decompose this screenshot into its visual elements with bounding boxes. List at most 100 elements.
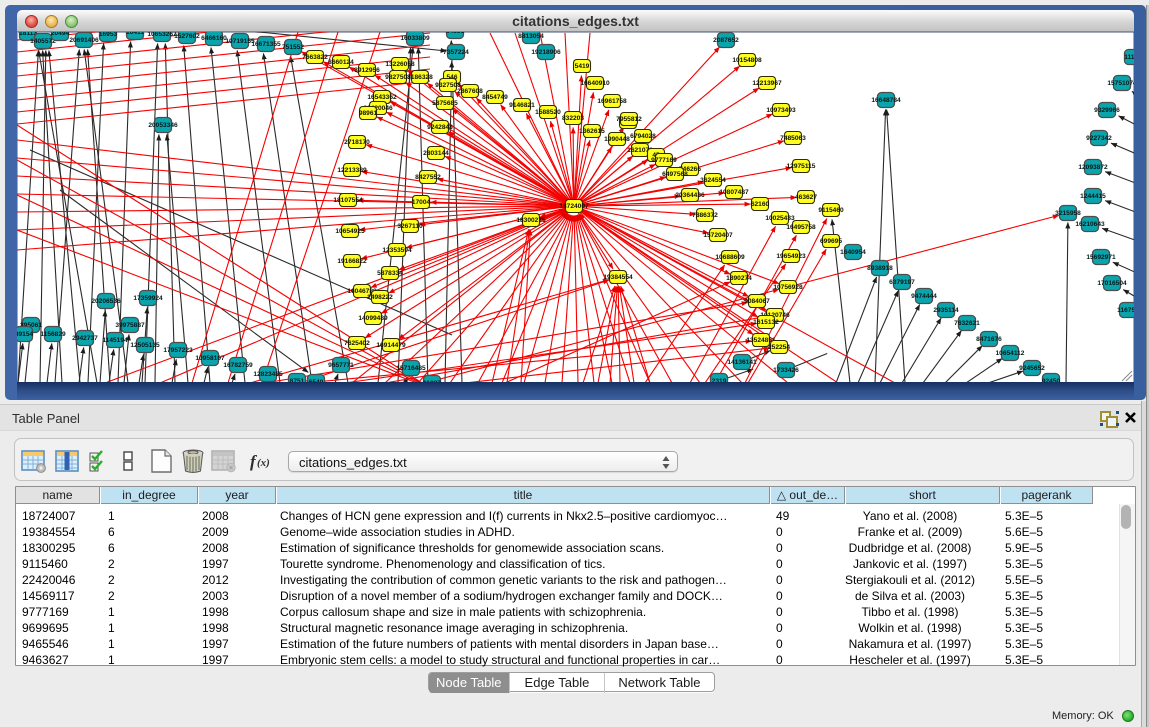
svg-text:5419: 5419 bbox=[575, 63, 590, 70]
svg-text:12505135: 12505135 bbox=[130, 342, 160, 349]
svg-text:9084067: 9084067 bbox=[744, 298, 770, 305]
svg-text:39975887: 39975887 bbox=[115, 322, 145, 329]
svg-text:15716485: 15716485 bbox=[396, 365, 426, 372]
svg-text:2803144: 2803144 bbox=[423, 150, 449, 157]
svg-text:1527602: 1527602 bbox=[174, 33, 200, 40]
svg-text:15720407: 15720407 bbox=[703, 232, 733, 239]
svg-text:252254: 252254 bbox=[768, 344, 790, 351]
svg-text:1156829: 1156829 bbox=[40, 331, 66, 338]
svg-text:8454749: 8454749 bbox=[482, 94, 508, 101]
svg-text:9474444: 9474444 bbox=[911, 293, 937, 300]
svg-text:84131: 84131 bbox=[446, 32, 465, 35]
svg-text:699695: 699695 bbox=[820, 238, 842, 245]
svg-text:14136141: 14136141 bbox=[727, 359, 757, 366]
svg-text:18724007: 18724007 bbox=[559, 203, 589, 210]
svg-text:9146821: 9146821 bbox=[509, 102, 535, 109]
svg-text:10958107: 10958107 bbox=[195, 355, 225, 362]
svg-text:7357224: 7357224 bbox=[443, 49, 469, 56]
svg-text:10154808: 10154808 bbox=[732, 57, 762, 64]
svg-text:19218906: 19218906 bbox=[531, 49, 561, 56]
svg-text:12975115: 12975115 bbox=[787, 163, 816, 170]
svg-text:1362615: 1362615 bbox=[579, 128, 605, 135]
svg-text:7955812: 7955812 bbox=[616, 116, 642, 123]
svg-text:16543362: 16543362 bbox=[367, 94, 397, 101]
svg-text:10756928: 10756928 bbox=[773, 284, 803, 291]
svg-text:7625402: 7625402 bbox=[344, 340, 370, 347]
svg-text:2942737: 2942737 bbox=[72, 335, 98, 342]
svg-text:16648784: 16648784 bbox=[871, 97, 901, 104]
svg-text:16953: 16953 bbox=[99, 32, 118, 38]
svg-text:12213389: 12213389 bbox=[337, 167, 367, 174]
svg-text:1615132: 1615132 bbox=[753, 319, 779, 326]
svg-text:2867608: 2867608 bbox=[457, 88, 483, 95]
svg-text:10654925: 10654925 bbox=[335, 228, 365, 235]
svg-text:20053346: 20053346 bbox=[148, 122, 178, 129]
svg-text:7663822: 7663822 bbox=[302, 54, 328, 61]
svg-text:16210643: 16210643 bbox=[1075, 221, 1105, 228]
svg-text:2718170: 2718170 bbox=[344, 139, 370, 146]
svg-text:16495758: 16495758 bbox=[786, 224, 816, 231]
svg-text:1498222: 1498222 bbox=[367, 294, 393, 301]
svg-text:7632621: 7632621 bbox=[954, 320, 980, 327]
svg-text:8660124: 8660124 bbox=[328, 59, 354, 66]
svg-text:9242848: 9242848 bbox=[427, 124, 453, 131]
svg-text:10973493: 10973493 bbox=[766, 107, 796, 114]
svg-text:1588520: 1588520 bbox=[535, 109, 561, 116]
svg-text:12823485: 12823485 bbox=[253, 371, 283, 378]
svg-text:5875685: 5875685 bbox=[432, 100, 458, 107]
svg-text:9329966: 9329966 bbox=[1094, 107, 1120, 114]
svg-text:8938918: 8938918 bbox=[867, 265, 893, 272]
svg-text:1145194: 1145194 bbox=[102, 337, 128, 344]
svg-text:20364436: 20364436 bbox=[675, 192, 705, 199]
svg-text:10688609: 10688609 bbox=[715, 254, 745, 261]
svg-text:3267110: 3267110 bbox=[397, 223, 423, 230]
svg-text:8186328: 8186328 bbox=[407, 74, 433, 81]
svg-text:8813054: 8813054 bbox=[518, 33, 544, 40]
svg-text:7485063: 7485063 bbox=[780, 135, 806, 142]
svg-text:16033809: 16033809 bbox=[400, 35, 430, 42]
svg-text:12213967: 12213967 bbox=[752, 80, 782, 87]
svg-text:9115460: 9115460 bbox=[818, 207, 844, 214]
svg-text:6466160: 6466160 bbox=[201, 35, 227, 42]
svg-text:15692971: 15692971 bbox=[1086, 254, 1116, 261]
svg-text:16961758: 16961758 bbox=[597, 98, 627, 105]
svg-text:17957223: 17957223 bbox=[163, 347, 193, 354]
svg-text:(x): (x) bbox=[257, 457, 270, 469]
svg-text:16671355: 16671355 bbox=[251, 41, 281, 48]
svg-text:17004: 17004 bbox=[412, 199, 431, 206]
svg-text:8427552: 8427552 bbox=[415, 174, 441, 181]
svg-text:14099489: 14099489 bbox=[358, 315, 388, 322]
svg-text:3624554: 3624554 bbox=[700, 177, 726, 184]
svg-text:8912956: 8912956 bbox=[354, 67, 380, 74]
svg-text:463627: 463627 bbox=[795, 194, 817, 201]
svg-text:8471676: 8471676 bbox=[976, 336, 1002, 343]
svg-text:6794028: 6794028 bbox=[630, 133, 656, 140]
svg-text:10654112: 10654112 bbox=[996, 350, 1025, 357]
svg-text:12093872: 12093872 bbox=[1078, 164, 1108, 171]
svg-text:2087652: 2087652 bbox=[713, 37, 739, 44]
svg-text:2935114: 2935114 bbox=[933, 307, 959, 314]
svg-text:1733426: 1733426 bbox=[773, 367, 799, 374]
svg-text:1990448: 1990448 bbox=[604, 136, 630, 143]
svg-text:9657771: 9657771 bbox=[328, 362, 354, 369]
svg-text:62160: 62160 bbox=[751, 201, 770, 208]
svg-text:13226058: 13226058 bbox=[385, 61, 415, 68]
svg-text:5878334: 5878334 bbox=[377, 270, 403, 277]
svg-text:16640910: 16640910 bbox=[580, 80, 610, 87]
svg-text:9777169: 9777169 bbox=[651, 157, 677, 164]
svg-text:9245652: 9245652 bbox=[1019, 365, 1045, 372]
svg-text:17359924: 17359924 bbox=[133, 295, 163, 302]
svg-text:98961: 98961 bbox=[359, 110, 378, 117]
svg-text:10411: 10411 bbox=[126, 32, 144, 36]
svg-text:11123: 11123 bbox=[1124, 54, 1134, 61]
svg-text:9227342: 9227342 bbox=[1086, 135, 1112, 142]
svg-text:12353594: 12353594 bbox=[382, 247, 412, 254]
svg-text:7886372: 7886372 bbox=[692, 212, 718, 219]
svg-text:19384554: 19384554 bbox=[603, 274, 633, 281]
svg-text:15751074: 15751074 bbox=[1107, 80, 1134, 87]
svg-text:832203: 832203 bbox=[562, 115, 584, 122]
svg-text:1890274: 1890274 bbox=[726, 275, 752, 282]
svg-text:19654923: 19654923 bbox=[776, 253, 806, 260]
svg-text:20691406: 20691406 bbox=[69, 37, 99, 44]
svg-text:751552: 751552 bbox=[282, 44, 304, 51]
